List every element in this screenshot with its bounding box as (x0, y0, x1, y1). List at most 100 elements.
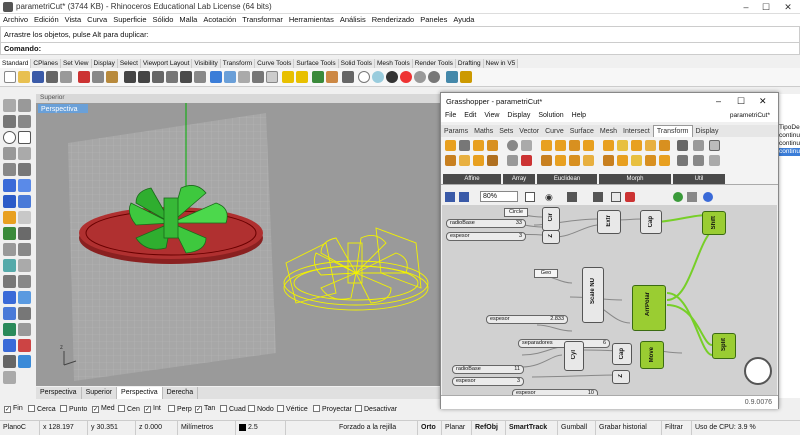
bend-deform-icon[interactable] (631, 140, 642, 151)
zoom-icon[interactable] (166, 71, 178, 83)
group-morph[interactable]: Morph (599, 174, 671, 184)
point-icon[interactable] (18, 99, 31, 112)
spatial-deform-icon[interactable] (631, 155, 642, 166)
scale-nu-icon[interactable] (487, 155, 498, 166)
move-gh-icon[interactable] (555, 140, 566, 151)
render-tool-icon[interactable] (3, 323, 16, 336)
gh-menu-solution[interactable]: Solution (534, 109, 567, 122)
dimension-icon[interactable] (3, 227, 16, 240)
material-icon[interactable] (326, 71, 338, 83)
osnap-fin[interactable]: ✓ Fin (4, 405, 23, 413)
status-plane[interactable]: PlanoC (0, 421, 40, 435)
menu-transformar[interactable]: Transformar (239, 14, 286, 26)
status-filter[interactable]: Filtrar (662, 421, 692, 435)
surface-icon[interactable] (3, 179, 16, 192)
maximize-icon[interactable]: ☐ (760, 1, 772, 13)
xray-sphere-icon[interactable] (414, 71, 426, 83)
rectangle-map-icon[interactable] (473, 140, 484, 151)
split-transform-icon[interactable] (693, 140, 704, 151)
map-to-surface-icon[interactable] (603, 155, 614, 166)
gh-navigation-compass[interactable] (744, 357, 772, 385)
inverse-icon[interactable] (677, 155, 688, 166)
gh-espesor3-slider[interactable]: espesor 3 (452, 377, 524, 386)
wireframe-preview-icon[interactable] (687, 192, 697, 202)
status-ortho[interactable]: Orto (418, 421, 442, 435)
gh-move-component[interactable]: Move (640, 341, 664, 369)
osnap-tan[interactable]: ✓ Tan (195, 405, 215, 413)
explode-icon[interactable] (18, 259, 31, 272)
paste-icon[interactable] (106, 71, 118, 83)
gh-zoom-field[interactable]: 80% (480, 191, 518, 202)
analyze-icon[interactable] (18, 307, 31, 320)
select-icon[interactable] (238, 71, 250, 83)
gh-circle-param[interactable]: Circle (504, 208, 528, 217)
scale-icon[interactable] (3, 307, 16, 320)
maelstrom-icon[interactable] (659, 140, 670, 151)
scale-icon-gh[interactable] (487, 140, 498, 151)
menu-renderizado[interactable]: Renderizado (369, 14, 418, 26)
gh-cylinder-component[interactable]: Cyl (564, 341, 584, 371)
compound-icon[interactable] (677, 140, 688, 151)
twist-icon[interactable] (659, 155, 670, 166)
osnap-vertice[interactable]: Vértice (277, 405, 308, 413)
rotate-gh-icon[interactable] (583, 140, 594, 151)
rectangle-icon[interactable] (18, 131, 31, 144)
gh-open-icon[interactable] (445, 192, 455, 202)
vp-tab-derecha[interactable]: Derecha (163, 387, 199, 399)
menu-curva[interactable]: Curva (84, 14, 110, 26)
open-icon[interactable] (18, 71, 30, 83)
osnap-cuad[interactable]: Cuad (220, 405, 246, 413)
vp-tab-perspectiva[interactable]: Perspectiva (36, 387, 82, 399)
orient-gh-icon[interactable] (569, 140, 580, 151)
menu-archivo[interactable]: Archivo (0, 14, 31, 26)
options-icon[interactable] (446, 71, 458, 83)
arc-icon[interactable] (3, 147, 16, 160)
fillet-curve-icon[interactable] (18, 163, 31, 176)
gh-menu-display[interactable]: Display (503, 109, 534, 122)
drafting-icon[interactable] (18, 339, 31, 352)
preview-mode-icon[interactable] (567, 192, 577, 202)
undo-icon[interactable] (124, 71, 136, 83)
osnap-cerca[interactable]: Cerca (28, 405, 56, 413)
vp-tab-perspectiva-active[interactable]: Perspectiva (117, 387, 163, 399)
bake-icon[interactable] (625, 192, 635, 202)
minimize-icon[interactable]: – (740, 1, 752, 13)
menu-acotacion[interactable]: Acotación (200, 14, 239, 26)
split-icon[interactable] (18, 243, 31, 256)
status-osnap[interactable]: RefObj (472, 421, 506, 435)
osnap-proyectar[interactable]: Proyectar (313, 405, 352, 413)
rotate-3d-icon[interactable] (583, 155, 594, 166)
gh-espesor2-slider[interactable]: espesor 2.833 (486, 315, 568, 324)
panel-row[interactable]: continua (778, 140, 800, 148)
menu-herramientas[interactable]: Herramientas (286, 14, 337, 26)
gh-polar-array-component[interactable]: ArrPolar (632, 285, 666, 331)
linear-array-icon[interactable] (507, 155, 518, 166)
status-smarttrack[interactable]: SmartTrack (506, 421, 558, 435)
menu-vista[interactable]: Vista (62, 14, 85, 26)
gh-doc-name[interactable]: parametriCut* (726, 109, 774, 122)
gh-cap2-component[interactable]: Cap (612, 343, 632, 365)
boolean-icon[interactable] (3, 211, 16, 224)
lock-icon[interactable] (296, 71, 308, 83)
menu-superficie[interactable]: Superficie (110, 14, 149, 26)
layout-icon[interactable] (18, 323, 31, 336)
group-affine[interactable]: Affine (443, 174, 501, 184)
move-tool-icon[interactable] (3, 275, 16, 288)
cplane-icon[interactable] (224, 71, 236, 83)
ellipse-icon[interactable] (18, 147, 31, 160)
polygon-icon[interactable] (3, 163, 16, 176)
rotate-axis-icon[interactable] (541, 155, 552, 166)
rectangular-array-icon[interactable] (521, 140, 532, 151)
mirror-curve-icon[interactable] (617, 155, 628, 166)
viewport-title-tab[interactable]: Perspectiva (38, 104, 88, 113)
text-icon[interactable] (18, 227, 31, 240)
panel-row-selected[interactable]: continua (778, 148, 800, 156)
menu-ayuda[interactable]: Ayuda (450, 14, 477, 26)
gh-menu-file[interactable]: File (441, 109, 460, 122)
gh-split-component[interactable]: Split (712, 333, 736, 359)
rotate-view-icon[interactable] (152, 71, 164, 83)
project-icon[interactable] (459, 140, 470, 151)
gh-espesor-slider[interactable]: espesor 3 (446, 232, 526, 241)
status-history[interactable]: Grabar historial (596, 421, 662, 435)
transform-icon[interactable] (709, 140, 720, 151)
